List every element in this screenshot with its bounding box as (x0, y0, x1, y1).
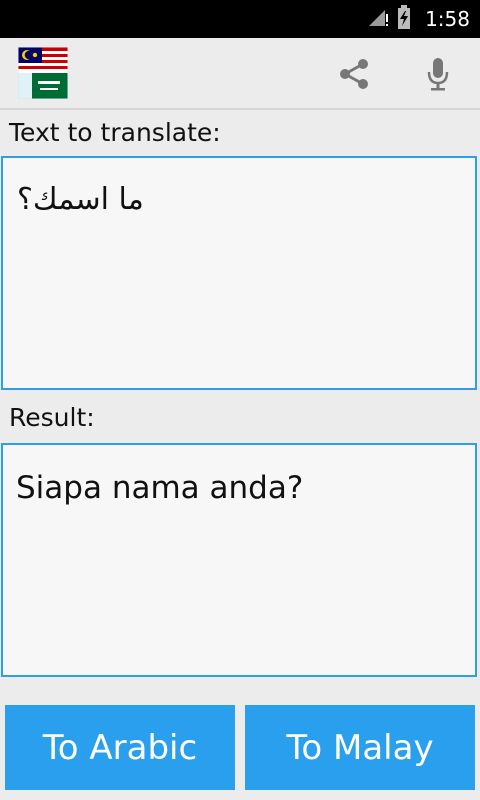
status-icons: 1:58 (367, 0, 470, 38)
app-flag-icon[interactable] (17, 46, 69, 100)
input-label: Text to translate: (9, 118, 221, 147)
input-text: ما اسمك؟ (17, 182, 144, 217)
microphone-icon (427, 58, 449, 91)
action-bar (0, 38, 480, 110)
result-text: Siapa nama anda? (16, 470, 304, 506)
microphone-button[interactable] (414, 52, 462, 96)
to-malay-button[interactable]: To Malay (245, 705, 475, 790)
signal-icon (367, 6, 389, 32)
share-icon (340, 59, 368, 89)
result-label: Result: (9, 403, 95, 432)
share-button[interactable] (330, 52, 378, 96)
result-text-field[interactable]: Siapa nama anda? (1, 443, 477, 677)
to-arabic-button[interactable]: To Arabic (5, 705, 235, 790)
input-text-field[interactable]: ما اسمك؟ (1, 156, 477, 390)
battery-icon (397, 5, 411, 33)
status-bar: 1:58 (0, 0, 480, 38)
status-time: 1:58 (425, 7, 470, 31)
